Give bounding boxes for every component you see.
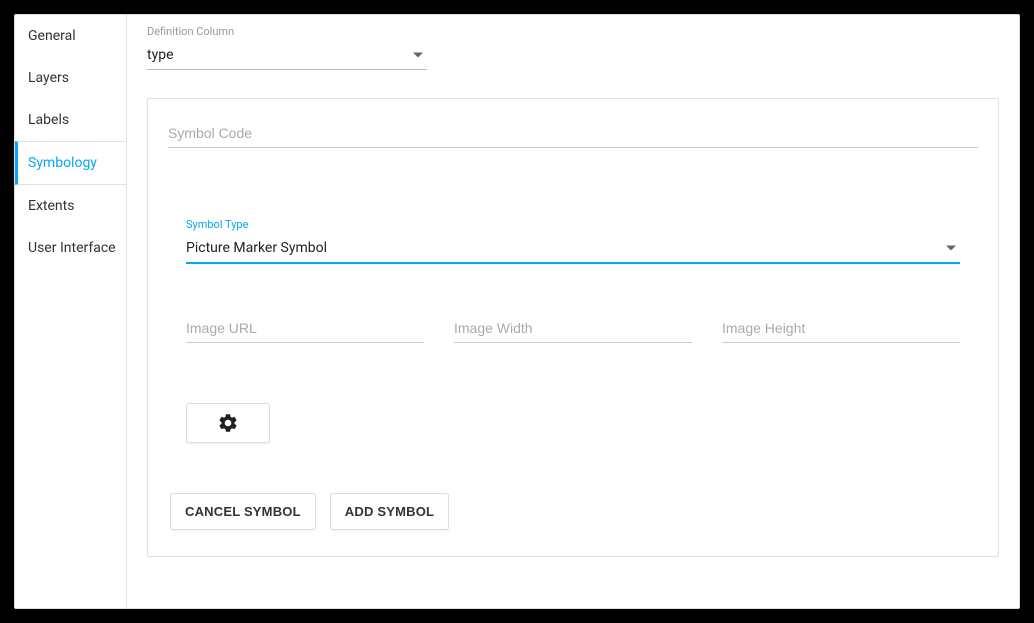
gear-icon: [217, 412, 239, 434]
cancel-symbol-button[interactable]: CANCEL SYMBOL: [170, 493, 316, 530]
definition-column-field: Definition Column type: [147, 25, 427, 70]
sidebar-item-label: User Interface: [28, 240, 116, 256]
sidebar: General Layers Labels Symbology Extents …: [15, 15, 127, 608]
sidebar-item-layers[interactable]: Layers: [15, 57, 126, 99]
image-height-input[interactable]: [722, 314, 960, 343]
image-height-field: [722, 314, 960, 343]
definition-column-select[interactable]: type: [147, 40, 427, 70]
sidebar-item-label: General: [28, 28, 76, 44]
sidebar-item-label: Layers: [28, 70, 69, 86]
action-buttons-row: CANCEL SYMBOL ADD SYMBOL: [170, 493, 978, 530]
definition-column-value: type: [147, 47, 174, 63]
symbol-code-input[interactable]: [168, 119, 978, 148]
main-panel: Definition Column type Symbol Type Pictu…: [127, 15, 1019, 608]
image-url-input[interactable]: [186, 314, 424, 343]
symbol-type-select[interactable]: Picture Marker Symbol: [186, 233, 960, 264]
sidebar-item-extents[interactable]: Extents: [15, 185, 126, 227]
sidebar-item-user-interface[interactable]: User Interface: [15, 227, 126, 269]
sidebar-item-label: Extents: [28, 198, 74, 214]
image-url-field: [186, 314, 424, 343]
add-symbol-button[interactable]: ADD SYMBOL: [330, 493, 449, 530]
symbol-card: Symbol Type Picture Marker Symbol: [147, 98, 999, 557]
sidebar-item-label: Labels: [28, 112, 69, 128]
sidebar-item-labels[interactable]: Labels: [15, 99, 126, 141]
sidebar-item-symbology[interactable]: Symbology: [15, 141, 126, 185]
settings-button[interactable]: [186, 403, 270, 443]
image-fields-row: [186, 314, 960, 343]
sidebar-item-label: Symbology: [28, 155, 97, 171]
sidebar-item-general[interactable]: General: [15, 15, 126, 57]
symbol-code-field: [168, 119, 978, 148]
app-window: General Layers Labels Symbology Extents …: [14, 14, 1020, 609]
symbol-type-field: Symbol Type Picture Marker Symbol: [186, 218, 960, 264]
image-width-input[interactable]: [454, 314, 692, 343]
chevron-down-icon: [946, 245, 956, 250]
chevron-down-icon: [413, 52, 423, 57]
image-width-field: [454, 314, 692, 343]
symbol-type-value: Picture Marker Symbol: [186, 240, 327, 256]
symbol-type-label: Symbol Type: [186, 218, 960, 231]
definition-column-label: Definition Column: [147, 25, 427, 38]
